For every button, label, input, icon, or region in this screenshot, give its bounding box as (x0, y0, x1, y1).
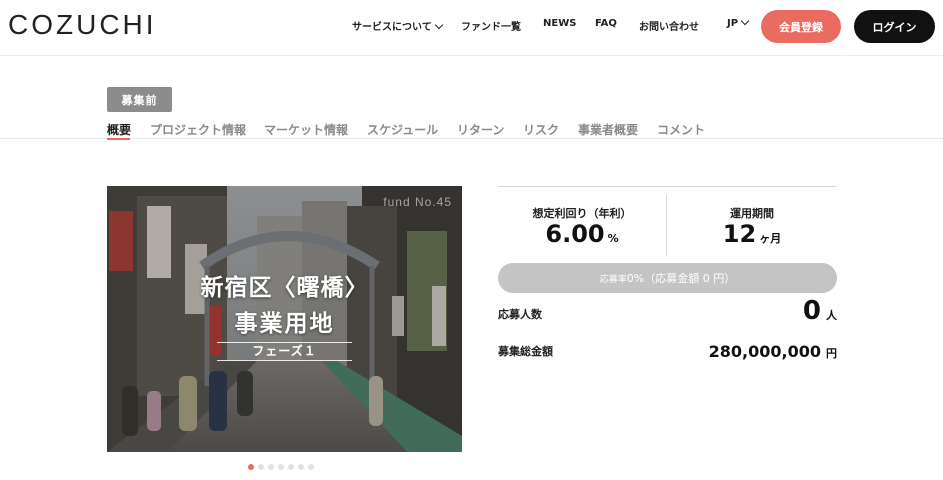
chevron-down-icon (740, 16, 750, 26)
tab-schedule[interactable]: スケジュール (367, 121, 438, 138)
carousel-dot[interactable] (298, 464, 304, 470)
active-tab-indicator (107, 138, 130, 140)
section-tabs: 概要 プロジェクト情報 マーケット情報 スケジュール リターン リスク 事業者概… (0, 120, 943, 139)
hero-title-location: 新宿区〈曙橋〉 (200, 275, 369, 301)
term-number: 12 (722, 220, 757, 248)
fund-number: fund No.45 (383, 195, 452, 209)
nav-services[interactable]: サービスについて (352, 18, 443, 33)
carousel-dot[interactable] (268, 464, 274, 470)
nav-faq[interactable]: FAQ (595, 18, 617, 29)
tab-return[interactable]: リターン (457, 121, 504, 138)
tab-market-info[interactable]: マーケット情報 (264, 121, 348, 138)
register-button[interactable]: 会員登録 (761, 10, 841, 43)
divider (217, 360, 352, 361)
tab-overview[interactable]: 概要 (107, 121, 131, 138)
total-amount-value: 280,000,000 円 (709, 342, 837, 361)
divider (498, 186, 837, 187)
nav-contact[interactable]: お問い合わせ (639, 18, 699, 33)
applicants-label: 応募人数 (498, 308, 542, 321)
language-label: JP (727, 18, 739, 29)
progress-text: 0%（応募金額 0 円） (626, 272, 736, 285)
total-amount-number: 280,000,000 (708, 342, 821, 361)
nav-funds[interactable]: ファンド一覧 (461, 18, 521, 33)
logo[interactable]: COZUCHI (8, 9, 157, 41)
total-amount-unit: 円 (826, 347, 837, 360)
carousel-dot[interactable] (258, 464, 264, 470)
applicants-number: 0 (802, 296, 821, 326)
applicants-unit: 人 (826, 309, 837, 322)
yield-number: 6.00 (545, 220, 605, 248)
hero-phase: フェーズ１ (252, 344, 317, 358)
nav-services-label: サービスについて (352, 22, 432, 33)
tab-risk[interactable]: リスク (523, 121, 559, 138)
language-selector[interactable]: JP (727, 16, 750, 29)
nav-news[interactable]: NEWS (543, 18, 576, 29)
chevron-down-icon (434, 20, 443, 30)
carousel-dot[interactable] (278, 464, 284, 470)
yield-value: 6.00% (498, 220, 666, 248)
yield-unit: % (607, 232, 619, 245)
term-unit: ヶ月 (759, 232, 782, 245)
status-badge: 募集前 (107, 87, 172, 112)
carousel-dot[interactable] (308, 464, 314, 470)
progress-prefix: 応募率 (599, 274, 627, 285)
tab-project-info[interactable]: プロジェクト情報 (150, 121, 246, 138)
tab-operator[interactable]: 事業者概要 (578, 121, 638, 138)
carousel-dot[interactable] (288, 464, 294, 470)
carousel-dot[interactable] (248, 464, 254, 470)
tab-comment[interactable]: コメント (657, 121, 705, 138)
total-amount-label: 募集総金額 (498, 345, 553, 358)
hero-title-type: 事業用地 (234, 311, 335, 337)
term-value: 12 ヶ月 (667, 220, 837, 248)
carousel-dots (248, 464, 314, 470)
site-header: COZUCHI サービスについて ファンド一覧 NEWS FAQ お問い合わせ … (0, 0, 943, 56)
progress-label: 応募率 0%（応募金額 0 円） (498, 263, 837, 293)
login-button[interactable]: ログイン (854, 10, 935, 43)
applicants-value: 0人 (803, 296, 837, 326)
term-label: 運用期間 (730, 207, 774, 220)
hero-image[interactable]: fund No.45 新宿区〈曙橋〉 事業用地 フェーズ１ (107, 186, 462, 452)
yield-label: 想定利回り（年利） (532, 207, 632, 220)
